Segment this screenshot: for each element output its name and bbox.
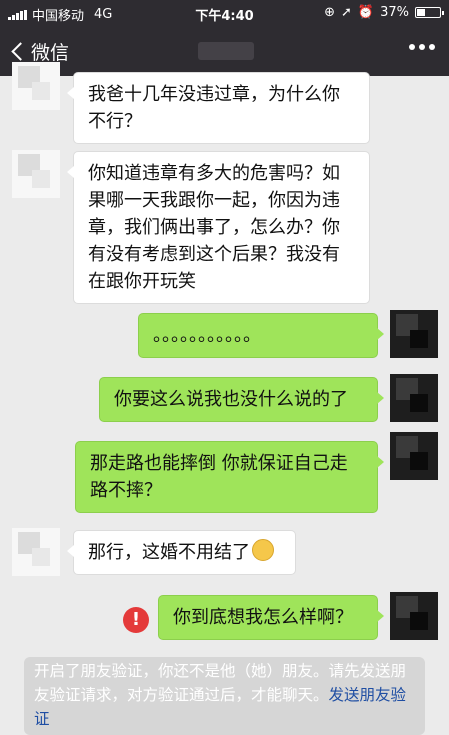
message-bubble-incoming: 你知道违章有多大的危害吗？如果哪一天我跟你一起，你因为违章，我们俩出事了，怎么办… [67,151,370,304]
status-right: ⊕ ➚ ⏰ 37% [324,5,444,20]
chevron-left-icon [11,42,30,61]
my-avatar[interactable] [390,432,438,480]
back-label: 微信 [31,42,70,64]
more-dots-icon[interactable] [409,44,435,50]
chat-title-redacted [198,42,254,60]
battery-fill [417,9,425,16]
my-avatar[interactable] [390,310,438,358]
message-bubble-outgoing: 那走路也能摔倒 你就保证自己走路不摔？ [75,441,384,513]
back-button[interactable]: 微信 [10,38,69,65]
message-bubble-incoming: 那行，这婚不用结了 [67,530,296,575]
rotation-lock-icon: ⊕ [324,5,335,20]
message-text: 那行，这婚不用结了 [88,542,250,563]
my-avatar[interactable] [390,374,438,422]
status-bar: 中国移动 4G 下午4:40 ⊕ ➚ ⏰ 37% [0,0,449,26]
contact-avatar[interactable] [12,150,60,198]
nav-bar: 微信 [0,26,449,76]
message-bubble-outgoing: 。。。。。。。。。。。 [138,313,384,358]
smile-emoji-icon [252,539,274,561]
message-bubble-incoming: 我爸十几年没违过章，为什么你不行？ [67,72,370,144]
location-icon: ➚ [341,5,352,20]
battery-icon [415,7,444,18]
battery-percent: 37% [380,5,409,20]
system-notice: 开启了朋友验证，你还不是他（她）朋友。请先发送朋友验证请求，对方验证通过后，才能… [24,657,425,735]
contact-avatar[interactable] [12,62,60,110]
contact-avatar[interactable] [12,528,60,576]
send-failed-icon[interactable]: ! [123,607,149,633]
message-bubble-outgoing: 你到底想我怎么样啊？ [158,595,384,640]
message-bubble-outgoing: 你要这么说我也没什么说的了 [99,377,384,422]
alarm-icon: ⏰ [357,5,375,20]
my-avatar[interactable] [390,592,438,640]
